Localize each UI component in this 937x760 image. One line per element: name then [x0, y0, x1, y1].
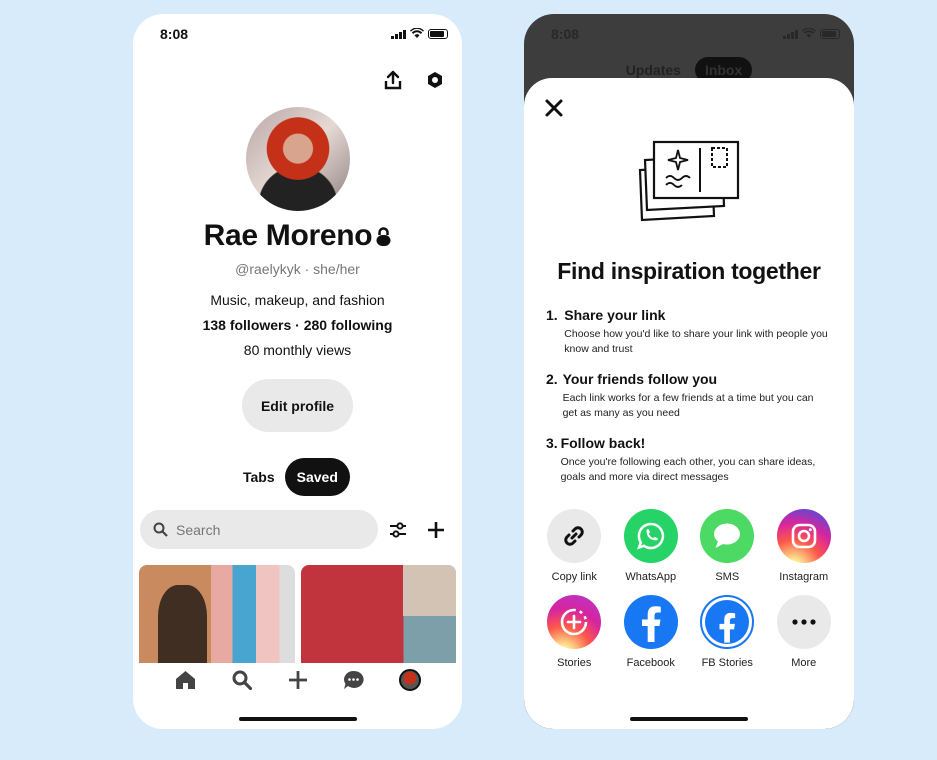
- status-icons: [391, 28, 448, 39]
- share-label: Facebook: [626, 657, 675, 669]
- edit-profile-button[interactable]: Edit profile: [242, 379, 353, 432]
- status-bar: 8:08: [133, 26, 462, 44]
- profile-screen: 8:08 Rae Moreno @raelykyk · she/her Musi…: [133, 14, 462, 729]
- profile-handle: @raelykyk · she/her: [235, 261, 360, 277]
- share-facebook[interactable]: Facebook: [613, 595, 690, 669]
- plus-icon[interactable]: [287, 669, 309, 691]
- tab-tabs[interactable]: Tabs: [243, 469, 275, 485]
- stories-icon[interactable]: [547, 595, 602, 649]
- battery-icon: [428, 28, 448, 39]
- step-number: 3.: [546, 435, 558, 451]
- step-title: Follow back!: [560, 435, 646, 451]
- status-bar: 8:08: [524, 26, 854, 44]
- more-icon[interactable]: [776, 595, 831, 649]
- share-screen: 8:08 Updates Inbox Find inspiration toge…: [524, 14, 854, 729]
- facebook-icon[interactable]: [623, 595, 678, 649]
- share-label: WhatsApp: [625, 571, 677, 583]
- battery-icon: [820, 28, 840, 39]
- lock-icon: [376, 220, 391, 246]
- profile-name: Rae Moreno: [133, 219, 462, 253]
- share-whatsapp[interactable]: WhatsApp: [613, 509, 690, 583]
- search-bar[interactable]: [140, 510, 378, 549]
- step-title: Share your link: [564, 307, 666, 323]
- postcards-illustration: [638, 140, 740, 222]
- share-instagram[interactable]: Instagram: [766, 509, 843, 583]
- share-copy-link[interactable]: Copy link: [536, 509, 613, 583]
- steps-list: 1. Share your link Choose how you'd like…: [546, 307, 830, 499]
- filter-icon[interactable]: [388, 520, 408, 540]
- step-title: Your friends follow you: [562, 371, 718, 387]
- follower-stats[interactable]: 138 followers · 280 following: [133, 317, 462, 333]
- home-indicator: [238, 717, 357, 721]
- share-icon[interactable]: [382, 69, 404, 91]
- search-icon[interactable]: [231, 669, 253, 691]
- board-thumbnail[interactable]: [300, 565, 456, 663]
- monthly-views: 80 monthly views: [243, 342, 352, 358]
- link-icon[interactable]: [547, 509, 602, 563]
- share-options: Copy link WhatsApp SMS Instagram Stories…: [536, 509, 842, 669]
- share-label: More: [791, 657, 817, 669]
- share-sms[interactable]: SMS: [689, 509, 766, 583]
- step-number: 2.: [546, 371, 558, 387]
- profile-name-text: Rae Moreno: [203, 219, 373, 252]
- signal-icon: [391, 29, 406, 39]
- settings-icon[interactable]: [424, 69, 446, 91]
- step-number: 1.: [546, 307, 558, 323]
- bottom-nav: [133, 665, 462, 695]
- share-label: Instagram: [779, 571, 829, 583]
- close-icon[interactable]: [544, 98, 564, 118]
- home-indicator: [630, 717, 748, 721]
- wifi-icon: [410, 28, 424, 38]
- step-description: Each link works for a few friends at a t…: [562, 392, 814, 419]
- home-icon[interactable]: [175, 669, 197, 691]
- share-label: SMS: [715, 571, 740, 583]
- board-thumbnail[interactable]: [139, 565, 295, 663]
- profile-avatar[interactable]: [246, 107, 350, 211]
- search-input[interactable]: [176, 521, 356, 538]
- status-time: 8:08: [551, 26, 580, 42]
- chat-icon[interactable]: [343, 669, 365, 691]
- step-item: 2. Your friends follow you Each link wor…: [546, 371, 830, 421]
- profile-tab-avatar[interactable]: [398, 669, 421, 691]
- share-label: Stories: [557, 657, 592, 669]
- add-icon[interactable]: [426, 520, 446, 540]
- signal-icon: [783, 29, 798, 39]
- step-item: 1. Share your link Choose how you'd like…: [546, 307, 830, 357]
- share-label: FB Stories: [701, 657, 753, 669]
- saved-boards: [139, 565, 456, 663]
- status-icons: [783, 28, 840, 39]
- share-sheet: Find inspiration together 1. Share your …: [524, 78, 854, 729]
- share-stories[interactable]: Stories: [536, 595, 613, 669]
- share-label: Copy link: [551, 571, 597, 583]
- sheet-headline: Find inspiration together: [557, 258, 821, 284]
- wifi-icon: [802, 28, 816, 38]
- fb-stories-icon[interactable]: [700, 595, 755, 649]
- share-more[interactable]: More: [766, 595, 843, 669]
- sms-icon[interactable]: [700, 509, 755, 563]
- instagram-icon[interactable]: [776, 509, 831, 563]
- status-time: 8:08: [160, 26, 189, 42]
- profile-bio: Music, makeup, and fashion: [210, 292, 385, 308]
- share-fb-stories[interactable]: FB Stories: [689, 595, 766, 669]
- whatsapp-icon[interactable]: [623, 509, 678, 563]
- step-item: 3. Follow back! Once you're following ea…: [546, 435, 830, 485]
- step-description: Once you're following each other, you ca…: [560, 456, 816, 483]
- profile-tabs: Tabs Saved: [243, 458, 350, 496]
- step-description: Choose how you'd like to share your link…: [564, 328, 828, 355]
- search-icon: [153, 522, 168, 537]
- tab-saved[interactable]: Saved: [284, 458, 350, 496]
